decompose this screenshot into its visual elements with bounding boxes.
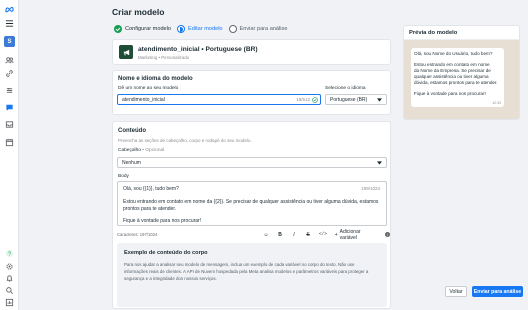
back-button[interactable]: Voltar <box>445 286 467 297</box>
bell-icon[interactable] <box>3 273 16 283</box>
body-text-line: Estou entrando em contato em nome da {{2… <box>123 199 379 205</box>
check-circle-icon <box>114 25 122 33</box>
body-textarea[interactable]: Olá, sou {{1}}, tudo bem? 199/1024 Estou… <box>117 181 387 226</box>
header-label-text: Cabeçalho <box>118 148 141 153</box>
template-name: atendimento_inicial • Portuguese (BR) <box>138 46 258 53</box>
template-meta: Marketing • Personalizado <box>138 55 190 60</box>
message-bubble: Olá, sou Nome do Usuário, tudo bem? Esto… <box>411 48 504 107</box>
account-avatar[interactable]: S <box>4 36 15 47</box>
sample-text-line: Para nos ajudar a analisar seu modelo de… <box>124 262 355 267</box>
strikethrough-button[interactable]: S <box>305 231 311 239</box>
bubble-text-line: Estou entrando em contato em nome <box>414 62 490 67</box>
meta-logo-icon[interactable] <box>3 4 16 14</box>
language-value: Portuguese (BR) <box>330 96 368 103</box>
footer-bar: Voltar Enviar para análise <box>112 281 528 302</box>
section-title: Conteúdo <box>118 128 146 134</box>
step-label: Enviar para análise <box>239 26 288 32</box>
name-label: Dê um nome ao seu modelo <box>118 86 179 91</box>
bold-button[interactable]: B <box>277 231 283 239</box>
tools-icon[interactable] <box>3 85 16 95</box>
name-char-count: 19/512 <box>296 97 310 102</box>
body-text-line: Olá, sou {{1}}, tudo bem? <box>123 186 179 192</box>
chevron-down-icon <box>377 160 382 165</box>
add-variable-button[interactable]: + Adicionar variável <box>335 229 377 241</box>
report-icon[interactable] <box>3 297 16 307</box>
body-char-count: 199/1024 <box>361 186 380 191</box>
emoji-icon[interactable]: ☺ <box>263 231 269 239</box>
page-title: Criar modelo <box>112 7 165 17</box>
info-icon[interactable]: i <box>385 232 390 237</box>
help-icon[interactable]: ? <box>3 248 16 258</box>
chat-icon[interactable] <box>3 102 16 112</box>
sidebar: S ? <box>0 0 19 310</box>
template-preview-panel: Prévia do modelo Olá, sou Nome do Usuári… <box>403 25 520 120</box>
template-name-input[interactable]: atendimento_inicial 19/512 <box>117 94 321 105</box>
settings-icon[interactable] <box>3 261 16 271</box>
people-icon[interactable] <box>3 55 16 65</box>
format-toolbar: ☺ B I S </> + Adicionar variável i <box>263 229 390 241</box>
header-label: Cabeçalho • Opcional <box>118 148 164 153</box>
progress-steps: Configurar modelo Editar modelo Enviar p… <box>114 24 287 34</box>
italic-button[interactable]: I <box>291 231 297 239</box>
check-icon <box>312 96 318 103</box>
sample-title: Exemplo de conteúdo do corpo <box>124 250 208 256</box>
half-circle-icon <box>177 25 186 33</box>
section-title: Nome e idioma do modelo <box>118 76 193 82</box>
body-label: Body <box>118 174 129 179</box>
language-label: Selecione o idioma <box>325 86 366 91</box>
bubble-text-line: Olá, sou Nome do Usuário, tudo bem? <box>414 51 493 56</box>
step-label: Editar modelo <box>188 26 223 32</box>
plus-icon: + <box>334 231 338 238</box>
search-icon[interactable] <box>3 285 16 295</box>
optional-tag: • Opcional <box>142 148 165 153</box>
body-text-line: Fique à vontade para nos procurar! <box>123 218 202 224</box>
language-select[interactable]: Portuguese (BR) <box>325 94 387 105</box>
name-input-value: atendimento_inicial <box>122 96 165 103</box>
bubble-text-line: da Nome da Empresa. Se precisar de <box>414 68 491 73</box>
template-summary-card: atendimento_inicial • Portuguese (BR) Ma… <box>112 39 391 65</box>
bubble-text-line: dúvida, estamos prontos para te atender. <box>414 80 498 85</box>
character-counter: Caracteres: 197/1024 <box>117 232 158 237</box>
section-subtitle: Preencha as seções de cabeçalho, corpo e… <box>118 138 252 143</box>
step-submit[interactable]: Enviar para análise <box>228 25 288 33</box>
inbox-icon[interactable] <box>3 119 16 129</box>
preview-title: Prévia do modelo <box>404 26 519 40</box>
step-edit[interactable]: Editar modelo <box>177 25 223 33</box>
bubble-text-line: Fique à vontade para nos procurar! <box>414 91 486 96</box>
bubble-text-line: qualquer assistência ou tiver alguma <box>414 74 489 79</box>
chevron-down-icon <box>377 97 382 102</box>
empty-circle-icon <box>228 25 237 33</box>
name-language-card: Nome e idioma do modelo Dê um nome ao se… <box>112 70 391 115</box>
code-button[interactable]: </> <box>319 231 327 239</box>
message-time: 12:33 <box>492 101 501 105</box>
add-variable-label: Adicionar variável <box>339 228 361 241</box>
step-configure[interactable]: Configurar modelo <box>114 25 171 33</box>
calendar-icon[interactable] <box>3 137 16 147</box>
svg-text:?: ? <box>8 251 11 257</box>
submit-for-review-button[interactable]: Enviar para análise <box>472 286 523 297</box>
body-text-line: prontos para te atender. <box>123 206 177 212</box>
megaphone-icon <box>119 45 133 59</box>
header-type-value: Nenhum <box>122 159 141 166</box>
step-label: Configurar modelo <box>125 26 172 32</box>
link-icon[interactable] <box>3 68 16 78</box>
menu-icon[interactable] <box>3 18 16 28</box>
chat-background: Olá, sou Nome do Usuário, tudo bem? Esto… <box>404 40 519 119</box>
header-type-select[interactable]: Nenhum <box>117 157 387 168</box>
sample-text-line: informações reais de clientes. A API de … <box>124 269 369 274</box>
